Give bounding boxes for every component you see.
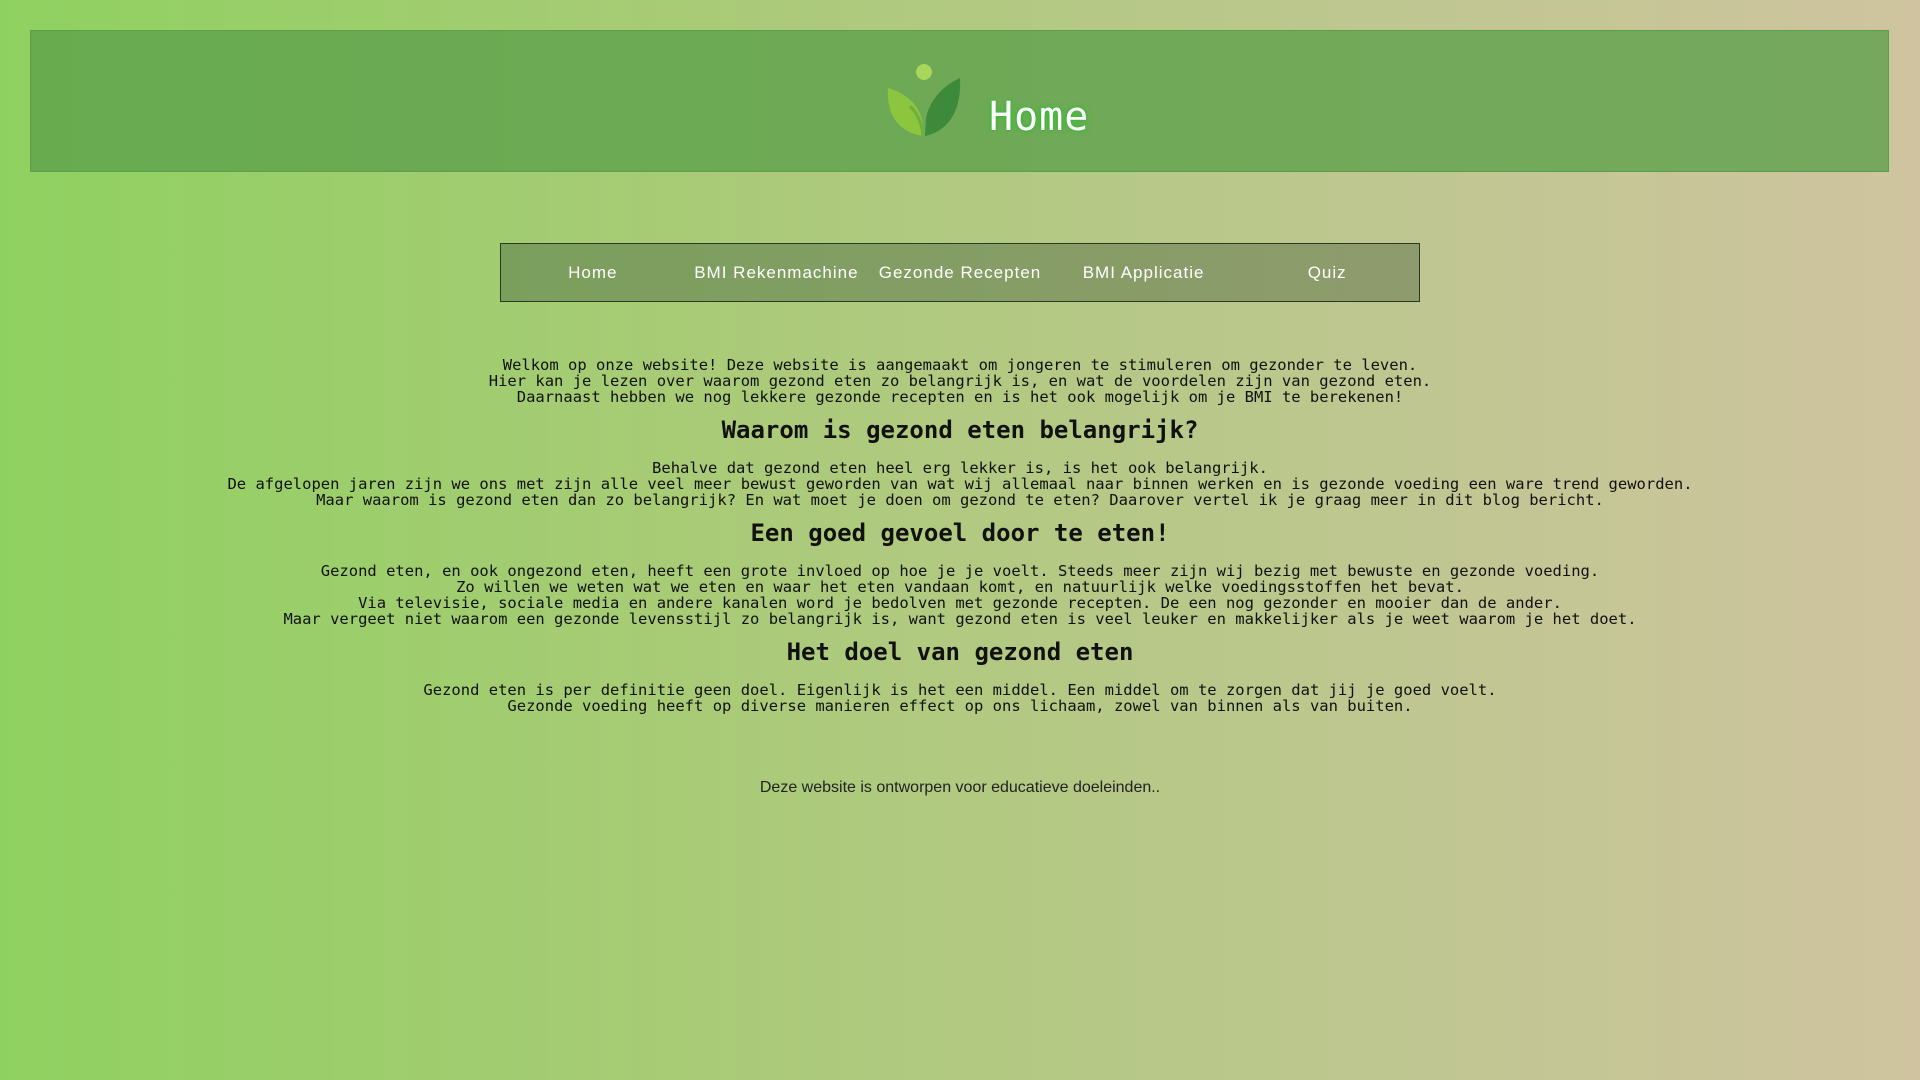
nav-item-home[interactable]: Home	[501, 244, 685, 301]
section-text-doel: Gezond eten is per definitie geen doel. …	[0, 682, 1920, 714]
section-line: Gezonde voeding heeft op diverse maniere…	[507, 697, 1413, 715]
section-heading-waarom: Waarom is gezond eten belangrijk?	[721, 416, 1199, 444]
intro-line: Hier kan je lezen over waarom gezond ete…	[488, 372, 1432, 390]
section-line: De afgelopen jaren zijn we ons met zijn …	[227, 475, 1693, 493]
site-header: Home	[30, 30, 1889, 172]
leaf-person-icon	[887, 64, 961, 137]
page-title: Home	[989, 94, 1090, 140]
nav-item-bmi-rekenmachine[interactable]: BMI Rekenmachine	[685, 244, 869, 301]
intro-line: Welkom op onze website! Deze website is …	[502, 356, 1418, 374]
nav-item-quiz[interactable]: Quiz	[1235, 244, 1419, 301]
section-line: Maar vergeet niet waarom een gezonde lev…	[283, 610, 1637, 628]
nav-item-gezonde-recepten[interactable]: Gezonde Recepten	[868, 244, 1052, 301]
footer-text: Deze website is ontworpen voor educatiev…	[759, 779, 1161, 796]
section-line: Via televisie, sociale media en andere k…	[358, 594, 1562, 612]
section-line: Maar waarom is gezond eten dan zo belang…	[316, 491, 1604, 509]
section-text-waarom: Behalve dat gezond eten heel erg lekker …	[0, 460, 1920, 508]
section-line: Gezond eten, en ook ongezond eten, heeft…	[320, 562, 1600, 580]
section-line: Zo willen we weten wat we eten en waar h…	[456, 578, 1464, 596]
section-heading-goed-gevoel: Een goed gevoel door te eten!	[750, 519, 1170, 547]
nav-item-bmi-applicatie[interactable]: BMI Applicatie	[1052, 244, 1236, 301]
section-heading-doel: Het doel van gezond eten	[786, 638, 1134, 666]
main-navigation: Home BMI Rekenmachine Gezonde Recepten B…	[500, 243, 1420, 302]
intro-line: Daarnaast hebben we nog lekkere gezonde …	[516, 388, 1404, 406]
section-text-goed-gevoel: Gezond eten, en ook ongezond eten, heeft…	[0, 563, 1920, 627]
section-line: Gezond eten is per definitie geen doel. …	[423, 681, 1497, 699]
section-line: Behalve dat gezond eten heel erg lekker …	[652, 459, 1268, 477]
main-content: Welkom op onze website! Deze website is …	[0, 357, 1920, 714]
intro-text: Welkom op onze website! Deze website is …	[0, 357, 1920, 405]
